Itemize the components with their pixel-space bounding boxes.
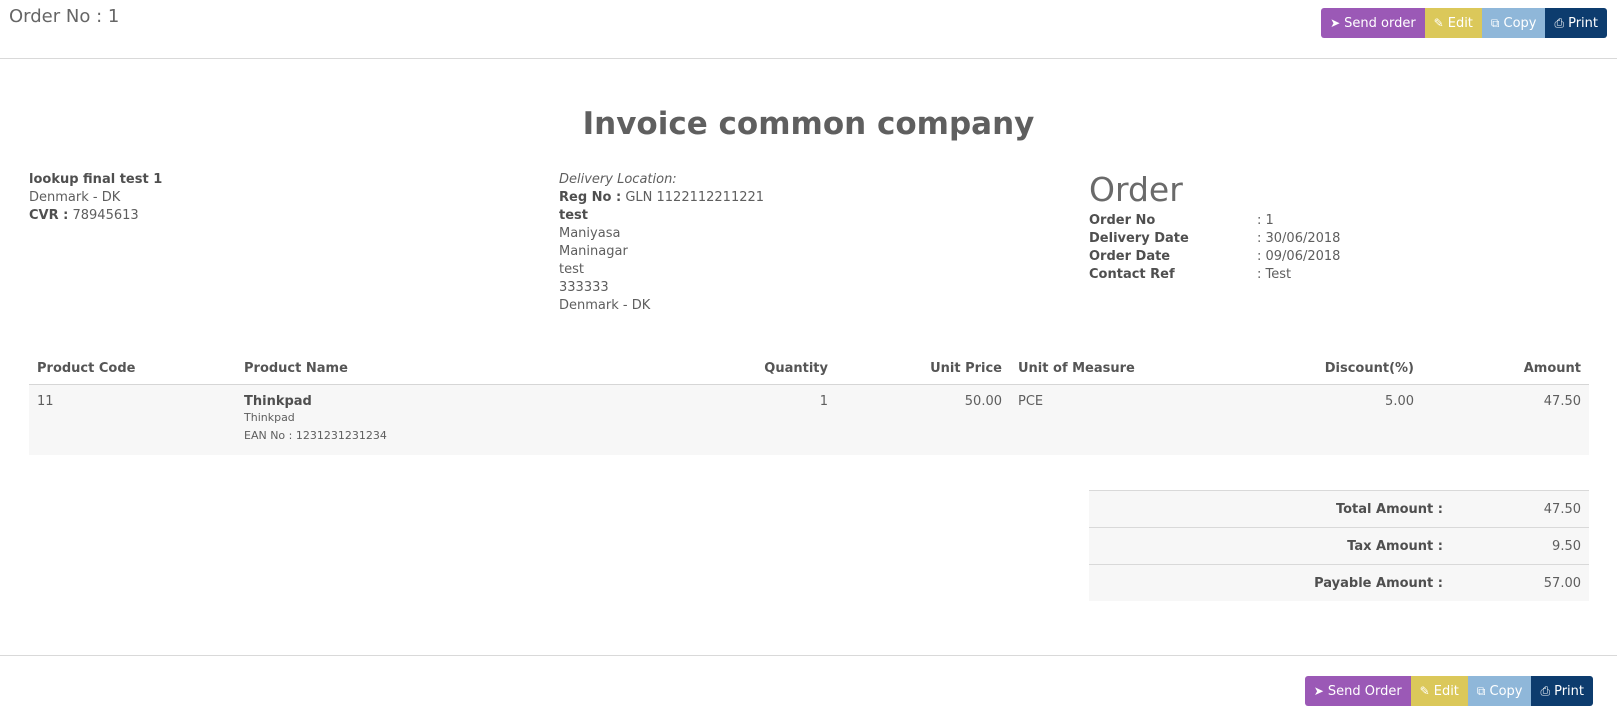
delivery-heading: Delivery Location:	[559, 172, 677, 187]
order-info-row: Contact Ref : Test	[1089, 266, 1340, 284]
order-info-label: Contact Ref	[1089, 267, 1175, 282]
copy-button[interactable]: ⧉ Copy	[1481, 8, 1546, 38]
cvr-label: CVR :	[29, 208, 69, 223]
payable-amount-row: Payable Amount : 57.00	[1089, 564, 1589, 601]
reg-no-value: GLN 1122112211221	[625, 190, 765, 205]
edit-label: Edit	[1447, 15, 1473, 31]
footer-divider	[0, 655, 1617, 656]
delivery-line: Maniyasa	[559, 226, 621, 241]
edit-button[interactable]: ✎ Edit	[1424, 8, 1482, 38]
column-header: Product Name	[236, 352, 536, 385]
order-info-label: Order No	[1089, 213, 1156, 228]
paper-plane-icon: ➤	[1313, 684, 1324, 698]
delivery-reg-no: Reg No : GLN 1122112211221	[559, 189, 764, 207]
edit-button-bottom[interactable]: ✎ Edit	[1410, 676, 1468, 706]
top-bar: Order No : 1 ➤ Send order ✎ Edit ⧉ Copy …	[0, 0, 1617, 59]
column-header: Unit of Measure	[1010, 352, 1213, 385]
invoice-title: Invoice common company	[582, 106, 1035, 142]
edit-label: Edit	[1433, 683, 1459, 699]
product-description: Thinkpad	[244, 411, 295, 424]
print-label: Print	[1554, 683, 1584, 699]
send-order-label: Send Order	[1327, 683, 1402, 699]
delivery-line: Maninagar	[559, 244, 628, 259]
column-header: Product Code	[29, 352, 236, 385]
column-header: Discount(%)	[1213, 352, 1422, 385]
copy-icon: ⧉	[1490, 16, 1500, 30]
order-info-value: : 09/06/2018	[1257, 249, 1341, 264]
send-order-label: Send order	[1344, 15, 1416, 31]
totals-label: Total Amount :	[1089, 490, 1444, 528]
product-name: Thinkpad	[244, 394, 312, 409]
unit-of-measure-cell: PCE	[1010, 384, 1213, 455]
paper-plane-icon: ➤	[1330, 16, 1341, 30]
table-row: 11 Thinkpad Thinkpad EAN No : 1231231231…	[29, 384, 1589, 455]
order-info-label: Order Date	[1089, 249, 1171, 264]
order-info-row: Order No : 1	[1089, 212, 1340, 230]
product-code-cell: 11	[29, 384, 236, 455]
delivery-location-block: Delivery Location: Reg No : GLN 11221122…	[559, 171, 764, 315]
delivery-line: 333333	[559, 280, 609, 295]
print-button[interactable]: ⎙ Print	[1545, 8, 1607, 38]
column-header: Amount	[1422, 352, 1589, 385]
delivery-line: Denmark - DK	[559, 298, 651, 313]
pencil-icon: ✎	[1419, 684, 1430, 698]
order-items-table: Product Code Product Name Quantity Unit …	[29, 352, 1589, 455]
customer-cvr: CVR : 78945613	[29, 207, 162, 225]
printer-icon: ⎙	[1540, 684, 1551, 698]
totals-value: 47.50	[1444, 490, 1589, 528]
customer-country: Denmark - DK	[29, 190, 121, 205]
copy-button-bottom[interactable]: ⧉ Copy	[1467, 676, 1532, 706]
copy-label: Copy	[1503, 15, 1537, 31]
totals-value: 57.00	[1444, 564, 1589, 601]
table-header-row: Product Code Product Name Quantity Unit …	[29, 352, 1589, 385]
discount-cell: 5.00	[1213, 384, 1422, 455]
column-header: Quantity	[536, 352, 836, 385]
total-amount-row: Total Amount : 47.50	[1089, 490, 1589, 528]
page-title: Order No : 1	[9, 6, 120, 27]
totals-label: Tax Amount :	[1089, 527, 1444, 565]
reg-no-label: Reg No :	[559, 190, 622, 205]
copy-label: Copy	[1489, 683, 1523, 699]
tax-amount-row: Tax Amount : 9.50	[1089, 527, 1589, 565]
copy-icon: ⧉	[1476, 684, 1486, 698]
unit-price-cell: 50.00	[836, 384, 1010, 455]
column-header: Unit Price	[836, 352, 1010, 385]
product-ean: EAN No : 1231231231234	[244, 429, 387, 442]
pencil-icon: ✎	[1433, 16, 1444, 30]
totals-table: Total Amount : 47.50 Tax Amount : 9.50 P…	[1089, 490, 1589, 601]
order-info-block: Order Order No : 1 Delivery Date : 30/06…	[1089, 172, 1340, 284]
printer-icon: ⎙	[1554, 16, 1565, 30]
print-label: Print	[1568, 15, 1598, 31]
send-order-button[interactable]: ➤ Send order	[1321, 8, 1425, 38]
order-info-value: : 30/06/2018	[1257, 231, 1341, 246]
order-info-label: Delivery Date	[1089, 231, 1189, 246]
delivery-name: test	[559, 208, 588, 223]
order-info-value: : 1	[1257, 213, 1274, 228]
order-info-value: : Test	[1257, 267, 1292, 282]
cvr-value: 78945613	[72, 208, 139, 223]
send-order-button-bottom[interactable]: ➤ Send Order	[1304, 676, 1411, 706]
top-action-buttons: ➤ Send order ✎ Edit ⧉ Copy ⎙ Print	[1321, 8, 1607, 38]
order-heading: Order	[1089, 170, 1183, 209]
customer-block: lookup final test 1 Denmark - DK CVR : 7…	[29, 171, 162, 225]
product-name-cell: Thinkpad Thinkpad EAN No : 1231231231234	[236, 384, 536, 455]
delivery-line: test	[559, 262, 584, 277]
print-button-bottom[interactable]: ⎙ Print	[1531, 676, 1593, 706]
customer-name: lookup final test 1	[29, 172, 163, 187]
totals-value: 9.50	[1444, 527, 1589, 565]
totals-label: Payable Amount :	[1089, 564, 1444, 601]
amount-cell: 47.50	[1422, 384, 1589, 455]
quantity-cell: 1	[536, 384, 836, 455]
bottom-action-buttons: ➤ Send Order ✎ Edit ⧉ Copy ⎙ Print	[1304, 676, 1593, 706]
order-info-row: Delivery Date : 30/06/2018	[1089, 230, 1340, 248]
order-info-row: Order Date : 09/06/2018	[1089, 248, 1340, 266]
